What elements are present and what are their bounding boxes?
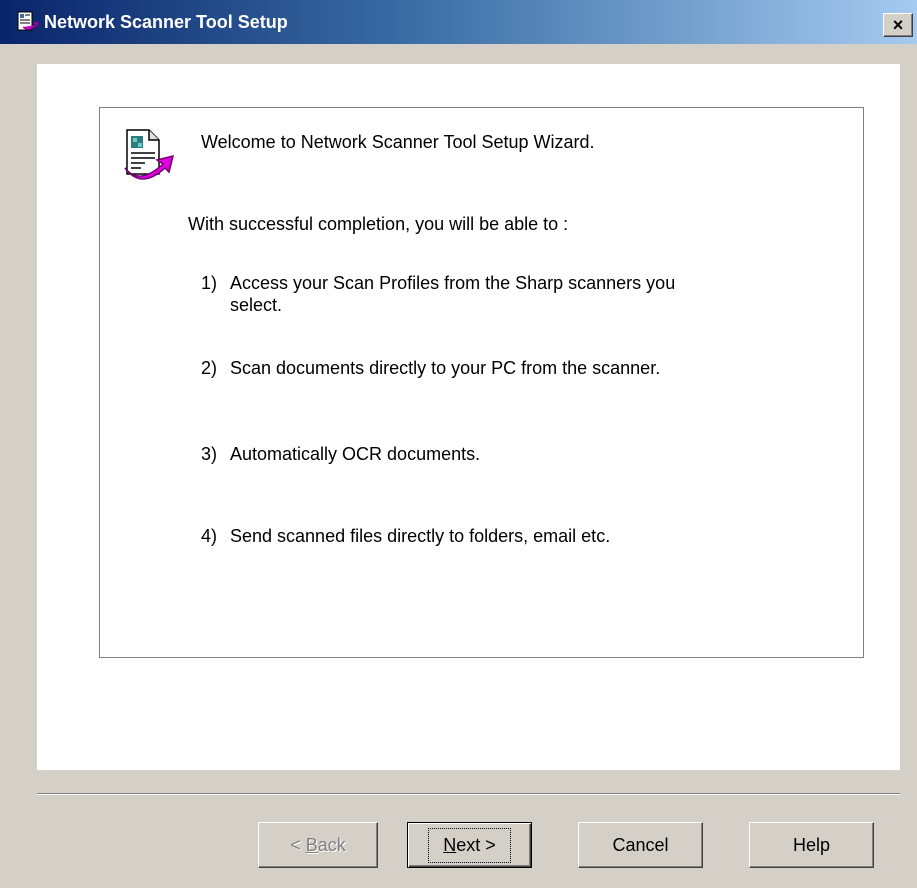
next-button[interactable]: Next > bbox=[407, 822, 532, 868]
wizard-content-area: Welcome to Network Scanner Tool Setup Wi… bbox=[37, 64, 900, 770]
next-button-mnemonic: N bbox=[443, 834, 457, 855]
back-button-prefix: < bbox=[290, 834, 306, 855]
list-item: Automatically OCR documents. bbox=[230, 444, 481, 464]
back-button-label: ack bbox=[317, 834, 346, 855]
help-button[interactable]: Help bbox=[749, 822, 874, 868]
welcome-panel: Welcome to Network Scanner Tool Setup Wi… bbox=[99, 107, 864, 658]
close-icon: × bbox=[892, 15, 904, 35]
title-bar[interactable]: Network Scanner Tool Setup × bbox=[0, 0, 917, 44]
list-item-number: 4) bbox=[201, 526, 218, 546]
intro-text: With successful completion, you will be … bbox=[188, 214, 569, 234]
list-item-number: 2) bbox=[201, 358, 218, 378]
back-button[interactable]: < Back bbox=[258, 822, 378, 868]
cancel-button-label: Cancel bbox=[612, 834, 669, 855]
setup-document-icon bbox=[17, 11, 39, 31]
list-item-number: 1) bbox=[201, 273, 218, 293]
list-item: Send scanned files directly to folders, … bbox=[230, 526, 611, 546]
close-button[interactable]: × bbox=[883, 13, 913, 37]
next-button-focus-rect: Next > bbox=[428, 827, 511, 863]
window-title: Network Scanner Tool Setup bbox=[44, 12, 288, 32]
list-item: Access your Scan Profiles from the Sharp… bbox=[230, 273, 676, 315]
back-button-mnemonic: B bbox=[305, 834, 318, 855]
cancel-button[interactable]: Cancel bbox=[578, 822, 703, 868]
welcome-heading: Welcome to Network Scanner Tool Setup Wi… bbox=[201, 132, 595, 152]
setup-wizard-document-arrow-icon bbox=[124, 129, 175, 180]
help-button-label: Help bbox=[792, 834, 831, 855]
list-item: Scan documents directly to your PC from … bbox=[230, 358, 661, 378]
list-item-number: 3) bbox=[201, 444, 218, 464]
button-separator bbox=[37, 793, 900, 795]
next-button-label: ext > bbox=[456, 834, 496, 855]
setup-dialog: Network Scanner Tool Setup × Welcome to … bbox=[0, 0, 917, 888]
